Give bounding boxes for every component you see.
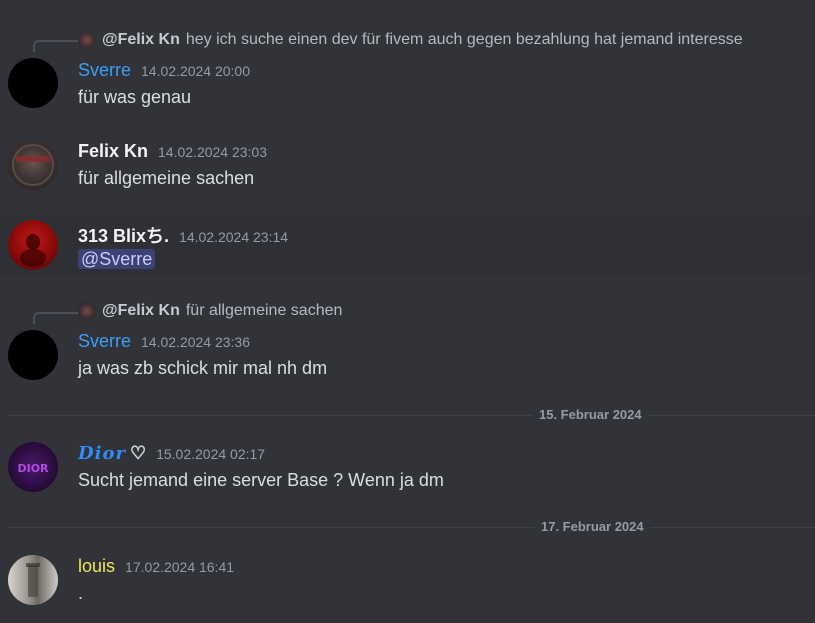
avatar-image (20, 234, 46, 267)
message-text: @Sverre (78, 249, 156, 270)
message-header: 313 Blixち. 14.02.2024 23:14 (78, 222, 288, 248)
avatar-image (26, 563, 40, 597)
timestamp: 14.02.2024 23:03 (158, 144, 268, 160)
timestamp: 15.02.2024 02:17 (156, 446, 266, 462)
message-text: ja was zb schick mir mal nh dm (78, 358, 328, 378)
avatar[interactable] (8, 140, 58, 190)
timestamp: 14.02.2024 23:14 (179, 229, 289, 245)
message-text: Sucht jemand eine server Base ? Wenn ja … (78, 470, 444, 490)
avatar[interactable] (8, 555, 58, 605)
avatar[interactable] (8, 330, 58, 380)
username[interactable]: Sverre (78, 60, 131, 81)
message-text: für allgemeine sachen (78, 168, 255, 188)
avatar-image: DIOR (17, 462, 49, 475)
reply-text: hey ich suche einen dev für fivem auch g… (185, 31, 743, 48)
date-divider-label: 15. Februar 2024 (533, 407, 648, 422)
reply-connector (33, 312, 79, 324)
avatar[interactable]: DIOR (8, 442, 58, 492)
timestamp: 14.02.2024 23:36 (141, 334, 251, 350)
reply-avatar (78, 31, 96, 49)
username[interactable]: Felix Kn (78, 141, 148, 162)
reply-preview[interactable]: @Felix Kn hey ich suche einen dev für fi… (78, 30, 743, 50)
avatar-image (12, 144, 54, 186)
avatar[interactable] (8, 220, 58, 270)
reply-text: für allgemeine sachen (185, 302, 343, 319)
reply-preview[interactable]: @Felix Kn für allgemeine sachen (78, 301, 342, 321)
message-header: Dior ♡ 15.02.2024 02:17 (78, 443, 266, 465)
message-header: Sverre 14.02.2024 20:00 (78, 60, 250, 81)
reply-author[interactable]: @Felix Kn (102, 31, 180, 49)
svg-text:DIOR: DIOR (17, 462, 49, 475)
reply-author[interactable]: @Felix Kn (102, 302, 180, 320)
reply-connector (33, 40, 79, 52)
timestamp: 14.02.2024 20:00 (141, 63, 251, 79)
user-mention[interactable]: @Sverre (78, 249, 156, 269)
date-divider-label: 17. Februar 2024 (535, 519, 650, 534)
date-divider (8, 415, 815, 416)
message-header: Sverre 14.02.2024 23:36 (78, 331, 250, 352)
timestamp: 17.02.2024 16:41 (125, 559, 235, 575)
heart-icon: ♡ (129, 443, 147, 464)
username[interactable]: Sverre (78, 331, 131, 352)
message-header: louis 17.02.2024 16:41 (78, 556, 234, 577)
message-text: . (78, 583, 84, 603)
username[interactable]: louis (78, 556, 115, 577)
username[interactable]: 313 Blixち. (78, 222, 169, 248)
reply-avatar (78, 302, 96, 320)
message-text: für was genau (78, 87, 192, 107)
date-divider (8, 527, 815, 528)
message-header: Felix Kn 14.02.2024 23:03 (78, 141, 267, 162)
avatar[interactable] (8, 58, 58, 108)
username[interactable]: Dior (78, 443, 126, 464)
